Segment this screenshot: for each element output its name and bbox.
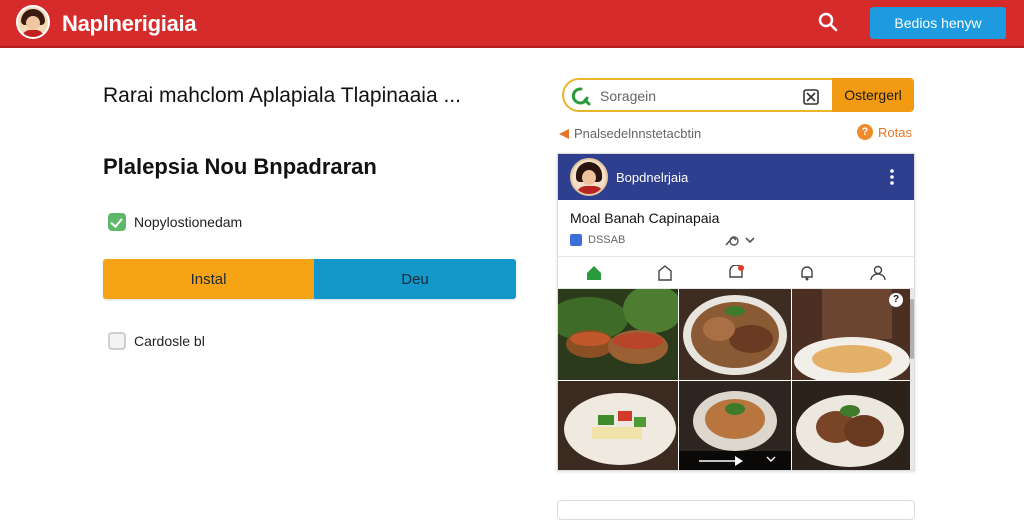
arrow-icon — [559, 129, 569, 139]
avatar[interactable] — [570, 158, 608, 196]
page-subtitle: Plalepsia Nou Bnpadraran — [103, 154, 377, 179]
profile-icon — [870, 265, 887, 281]
search-input[interactable]: Soragein — [562, 78, 832, 112]
clear-icon[interactable] — [802, 88, 820, 106]
info-icon[interactable]: ? — [889, 293, 903, 307]
card-header: Bopdnelrjaia — [558, 154, 914, 200]
meta-text: DSSAB — [588, 234, 626, 246]
search-bar: Soragein Ostergerl — [562, 78, 914, 112]
unchecked-checkbox-icon[interactable] — [108, 332, 126, 350]
checkbox-option-2[interactable]: Cardosle bl — [108, 331, 205, 351]
cta-button[interactable]: Bedios henyw — [870, 7, 1006, 39]
share-dropdown-icon[interactable] — [724, 233, 760, 247]
install-button[interactable]: Instal — [103, 259, 314, 299]
search-button[interactable]: Ostergerl — [832, 78, 914, 112]
preview-card: Bopdnelrjaia Moal Banah Capinapaia DSSAB — [557, 153, 915, 471]
tab-alerts[interactable] — [772, 258, 843, 288]
notice-row: Pnalsedelnnstetacbtin ? Rotas — [558, 124, 914, 144]
tab-home[interactable] — [558, 258, 629, 288]
food-photo-grilled-meat[interactable] — [792, 381, 910, 470]
notice-text: Pnalsedelnnstetacbtin — [574, 126, 702, 141]
food-photo-vegetable-plate[interactable] — [558, 381, 678, 470]
more-menu-icon[interactable] — [884, 168, 900, 186]
checkbox-option-1[interactable]: Nopylostionedam — [108, 212, 242, 232]
search-placeholder: Soragein — [600, 88, 657, 104]
logo[interactable] — [16, 5, 50, 39]
checked-checkbox-icon[interactable] — [108, 213, 126, 231]
dev-button[interactable]: Deu — [314, 259, 516, 299]
divider — [558, 256, 914, 257]
app-icon — [570, 234, 582, 246]
rates-link[interactable]: ? Rotas — [857, 124, 912, 140]
brand-title[interactable]: Naplnerigiaia — [62, 11, 197, 37]
notification-badge-icon — [729, 265, 744, 278]
tab-activity[interactable] — [700, 258, 771, 288]
author-name[interactable]: Bopdnelrjaia — [616, 170, 688, 185]
play-progress-icon — [699, 456, 776, 466]
page-headline: Rarai mahclom Aplapiala Tlapinaaia ... — [103, 84, 461, 107]
post-meta: DSSAB — [570, 234, 625, 246]
home-icon — [586, 266, 601, 280]
help-icon: ? — [857, 124, 874, 140]
action-button-group: Instal Deu — [103, 259, 516, 299]
search-icon — [571, 87, 591, 106]
food-photo-sauce-bowls[interactable] — [558, 289, 678, 380]
checkbox-label: Nopylostionedam — [134, 214, 243, 230]
tab-groups[interactable] — [629, 258, 700, 288]
rates-label: Rotas — [878, 124, 912, 140]
video-controls[interactable] — [679, 451, 791, 470]
card-tab-bar — [558, 258, 914, 288]
search-icon[interactable] — [816, 10, 840, 34]
secondary-card — [557, 500, 915, 520]
scrollbar[interactable] — [910, 289, 914, 470]
group-icon — [658, 265, 672, 281]
checkbox-label: Cardosle bl — [134, 333, 205, 349]
food-photo-grid — [558, 289, 910, 470]
post-title: Moal Banah Capinapaia — [570, 210, 720, 226]
bell-icon — [801, 266, 813, 281]
top-bar: Naplnerigiaia Bedios henyw — [0, 0, 1024, 48]
tab-profile[interactable] — [843, 258, 914, 288]
food-photo-sausage-plate[interactable] — [679, 289, 791, 380]
